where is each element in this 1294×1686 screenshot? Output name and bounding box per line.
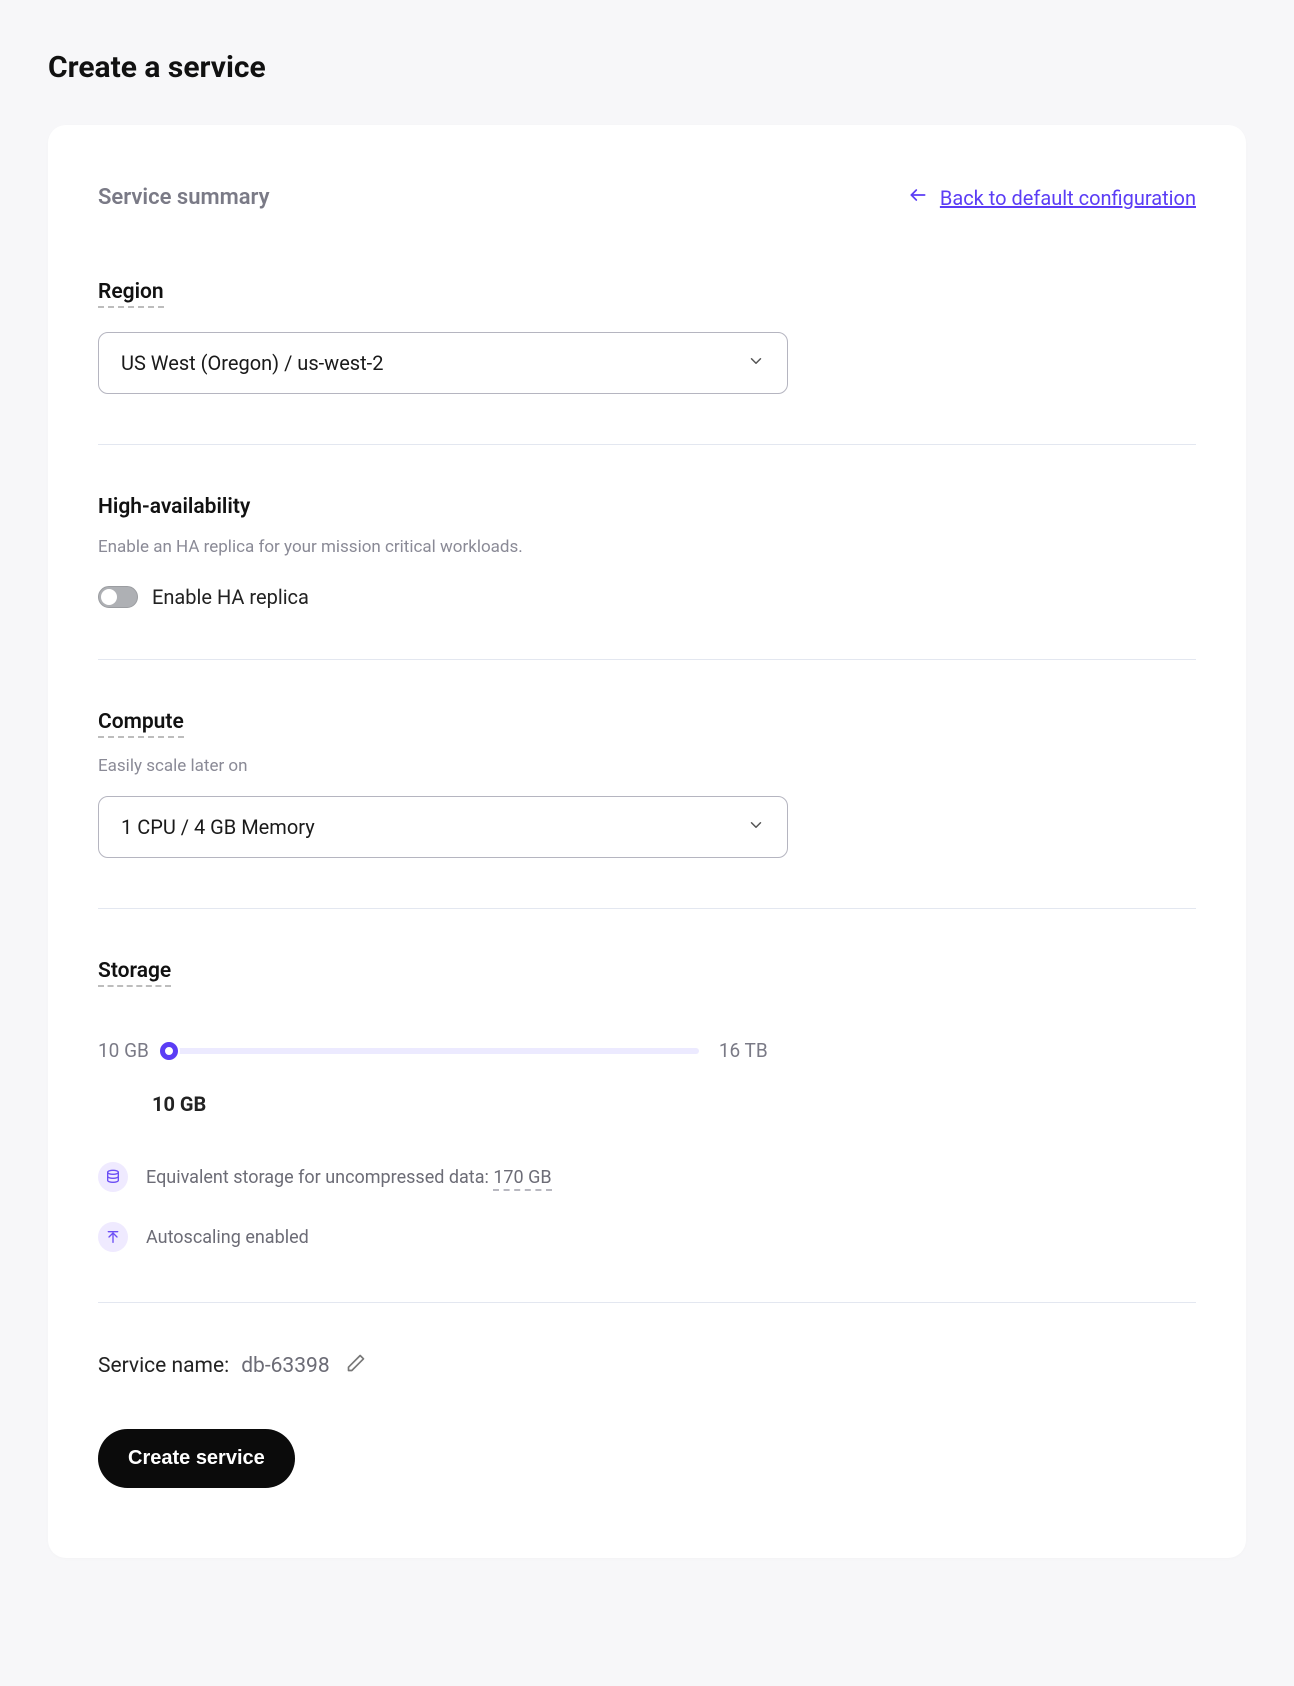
arrow-up-icon — [98, 1222, 128, 1252]
storage-min-label: 10 GB — [98, 1039, 149, 1062]
ha-toggle-label: Enable HA replica — [152, 585, 309, 609]
arrow-left-icon — [908, 185, 928, 210]
divider — [98, 1302, 1196, 1303]
service-summary-heading: Service summary — [98, 185, 270, 210]
storage-autoscaling-text: Autoscaling enabled — [146, 1227, 309, 1248]
compute-select-value: 1 CPU / 4 GB Memory — [121, 815, 315, 839]
storage-equivalent-text: Equivalent storage for uncompressed data… — [146, 1167, 552, 1188]
divider — [98, 444, 1196, 445]
pencil-icon — [346, 1353, 366, 1379]
ha-toggle[interactable] — [98, 586, 138, 608]
divider — [98, 908, 1196, 909]
back-to-default-link[interactable]: Back to default configuration — [908, 185, 1196, 210]
storage-label: Storage — [98, 959, 171, 987]
database-icon — [98, 1162, 128, 1192]
divider — [98, 659, 1196, 660]
region-select-value: US West (Oregon) / us-west-2 — [121, 351, 383, 375]
storage-slider-handle[interactable] — [160, 1042, 178, 1060]
page-title: Create a service — [48, 50, 1246, 85]
region-select[interactable]: US West (Oregon) / us-west-2 — [98, 332, 788, 394]
region-label: Region — [98, 280, 164, 308]
service-name-value: db-63398 — [241, 1354, 329, 1378]
ha-label: High-availability — [98, 495, 250, 519]
storage-equivalent-value: 170 GB — [493, 1167, 551, 1191]
chevron-down-icon — [747, 815, 765, 839]
chevron-down-icon — [747, 351, 765, 375]
storage-current-value: 10 GB — [152, 1092, 1196, 1116]
storage-slider[interactable] — [169, 1048, 699, 1054]
create-service-button[interactable]: Create service — [98, 1429, 295, 1488]
back-to-default-label: Back to default configuration — [940, 186, 1196, 210]
storage-max-label: 16 TB — [719, 1039, 768, 1062]
edit-service-name-button[interactable] — [346, 1353, 366, 1379]
ha-subtext: Enable an HA replica for your mission cr… — [98, 537, 1196, 557]
compute-subtext: Easily scale later on — [98, 756, 1196, 776]
compute-label: Compute — [98, 710, 184, 738]
compute-select[interactable]: 1 CPU / 4 GB Memory — [98, 796, 788, 858]
service-name-label: Service name: — [98, 1354, 229, 1378]
service-summary-card: Service summary Back to default configur… — [48, 125, 1246, 1558]
